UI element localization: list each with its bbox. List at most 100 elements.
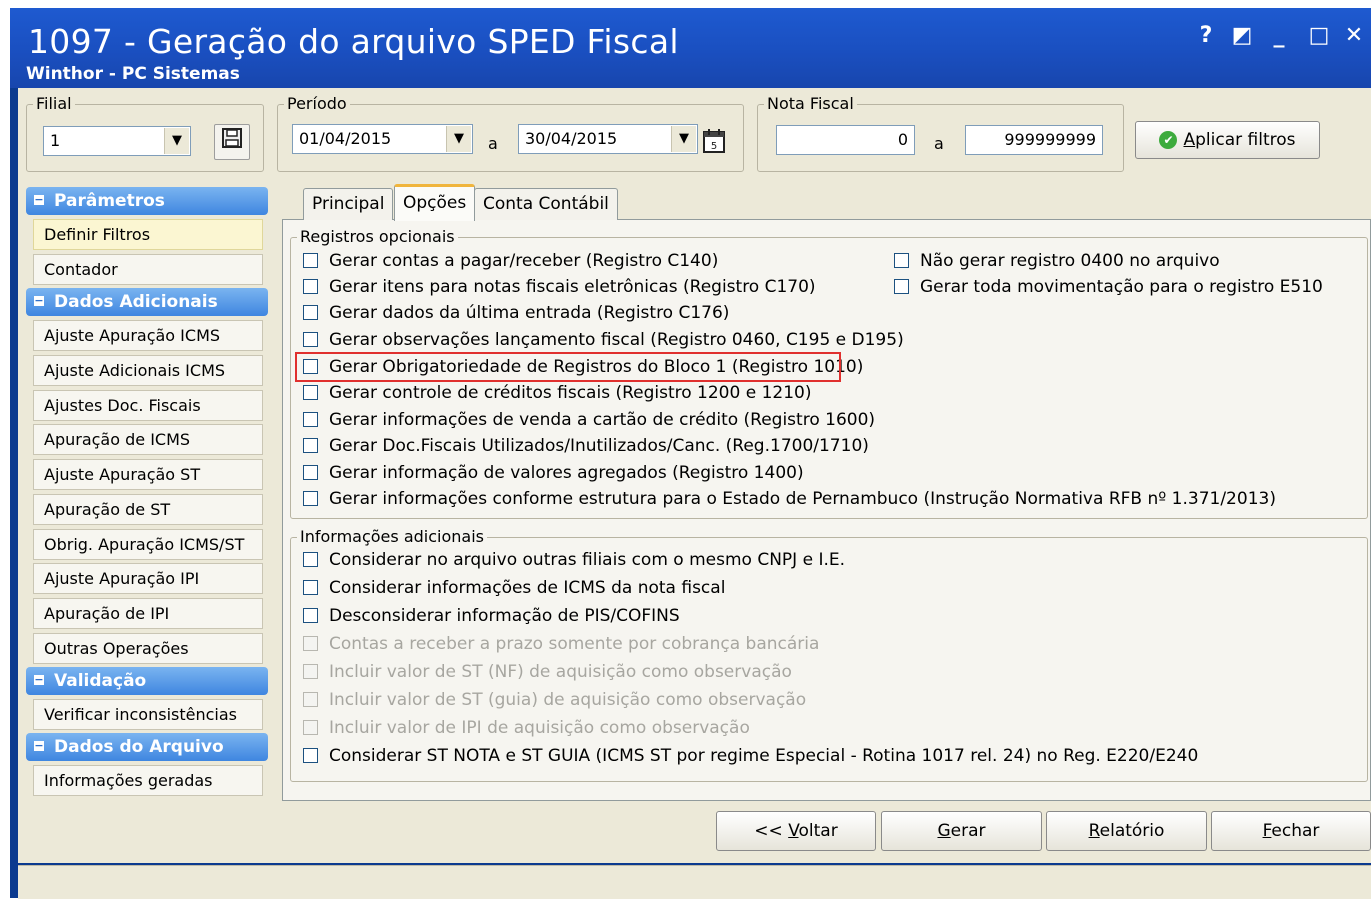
gerar-label: erar	[950, 821, 986, 841]
nav-item-ajuste-apuracao-ipi[interactable]: Ajuste Apuração IPI	[33, 563, 263, 594]
nav-item-contador[interactable]: Contador	[33, 254, 263, 285]
nav-item-outras-operacoes[interactable]: Outras Operações	[33, 633, 263, 664]
checkbox-registro-0460[interactable]: Gerar observações lançamento fiscal (Reg…	[303, 329, 904, 353]
checkbox-box[interactable]	[303, 279, 318, 294]
nav-item-apuracao-ipi[interactable]: Apuração de IPI	[33, 598, 263, 629]
voltar-prefix: <<	[754, 821, 789, 841]
periodo-separator: a	[488, 134, 498, 153]
section-header-parametros[interactable]: − Parâmetros	[26, 187, 268, 215]
checkbox-label: Gerar controle de créditos fiscais (Regi…	[329, 383, 812, 403]
checkbox-box[interactable]	[303, 412, 318, 427]
fechar-button[interactable]: Fechar	[1211, 811, 1371, 851]
nota-fiscal-from-field[interactable]: 0	[776, 125, 915, 155]
checkbox-registro-1200[interactable]: Gerar controle de créditos fiscais (Regi…	[303, 382, 811, 406]
filial-value: 1	[50, 131, 61, 150]
relatorio-button[interactable]: Relatório	[1046, 811, 1207, 851]
tab-conta-contabil[interactable]: Conta Contábil	[474, 188, 618, 220]
chevron-down-icon[interactable]: ▼	[164, 128, 189, 154]
maximize-icon[interactable]: □	[1305, 22, 1333, 50]
checkbox-nao-gerar-0400[interactable]: Não gerar registro 0400 no arquivo	[894, 250, 1220, 274]
calendar-icon[interactable]: 5	[701, 127, 729, 155]
checkbox-icms-nota[interactable]: Considerar informações de ICMS da nota f…	[303, 577, 725, 601]
checkbox-movimentacao-e510[interactable]: Gerar toda movimentação para o registro …	[894, 276, 1323, 300]
checkbox-registro-c140[interactable]: Gerar contas a pagar/receber (Registro C…	[303, 250, 718, 274]
periodo-label: Período	[284, 94, 350, 113]
checkbox-label: Considerar informações de ICMS da nota f…	[329, 578, 726, 598]
filial-select[interactable]: 1 ▼	[43, 126, 191, 156]
checkbox-box[interactable]	[303, 748, 318, 763]
nav-item-ajustes-doc-fiscais[interactable]: Ajustes Doc. Fiscais	[33, 390, 263, 421]
checkbox-label: Gerar dados da última entrada (Registro …	[329, 303, 730, 323]
nav-item-apuracao-icms[interactable]: Apuração de ICMS	[33, 424, 263, 455]
section-header-dados-arquivo[interactable]: − Dados do Arquivo	[26, 733, 268, 761]
checkbox-label: Considerar no arquivo outras filiais com…	[329, 550, 846, 570]
apply-filters-button[interactable]: ✔ Aplicar filtros	[1135, 121, 1320, 159]
section-header-validacao[interactable]: − Validação	[26, 667, 268, 695]
nav-item-apuracao-st[interactable]: Apuração de ST	[33, 494, 263, 525]
checkbox-label: Gerar itens para notas fiscais eletrônic…	[329, 277, 816, 297]
checkbox-box[interactable]	[303, 332, 318, 347]
collapse-icon[interactable]: −	[34, 194, 44, 205]
nav-item-definir-filtros[interactable]: Definir Filtros	[33, 219, 263, 250]
collapse-icon[interactable]: −	[34, 295, 44, 306]
chevron-down-icon[interactable]: ▼	[446, 126, 471, 152]
checkbox-box[interactable]	[303, 438, 318, 453]
checkbox-box	[303, 664, 318, 679]
checkbox-box[interactable]	[303, 305, 318, 320]
chevron-down-icon[interactable]: ▼	[671, 126, 696, 152]
restore-panel-icon[interactable]: ◩	[1228, 22, 1256, 50]
minimize-icon[interactable]: _	[1265, 22, 1293, 50]
checkbox-box[interactable]	[303, 580, 318, 595]
title-bar[interactable]: 1097 - Geração do arquivo SPED Fiscal Wi…	[10, 8, 1371, 88]
checkbox-registro-c170[interactable]: Gerar itens para notas fiscais eletrônic…	[303, 276, 816, 300]
relatorio-accel: R	[1088, 821, 1100, 841]
checkbox-st-nota-st-guia[interactable]: Considerar ST NOTA e ST GUIA (ICMS ST po…	[303, 745, 1198, 769]
gerar-button[interactable]: Gerar	[881, 811, 1042, 851]
nav-item-informacoes-geradas[interactable]: Informações geradas	[33, 765, 263, 796]
checkbox-registro-1600[interactable]: Gerar informações de venda a cartão de c…	[303, 409, 875, 433]
voltar-label: oltar	[798, 821, 838, 841]
checkbox-registro-1400[interactable]: Gerar informação de valores agregados (R…	[303, 462, 804, 486]
close-icon[interactable]: ✕	[1340, 22, 1368, 50]
collapse-icon[interactable]: −	[34, 740, 44, 751]
checkbox-box[interactable]	[303, 552, 318, 567]
checkbox-box[interactable]	[303, 608, 318, 623]
save-icon[interactable]	[214, 124, 250, 160]
checkbox-pernambuco[interactable]: Gerar informações conforme estrutura par…	[303, 488, 1276, 512]
checkbox-cobranca-bancaria: Contas a receber a prazo somente por cob…	[303, 633, 819, 657]
tab-principal[interactable]: Principal	[303, 188, 394, 220]
status-bar	[18, 865, 1371, 899]
nav-item-ajuste-adicionais-icms[interactable]: Ajuste Adicionais ICMS	[33, 355, 263, 386]
nota-fiscal-to-field[interactable]: 999999999	[965, 125, 1103, 155]
help-icon[interactable]: ?	[1192, 22, 1220, 50]
checkbox-registro-1700[interactable]: Gerar Doc.Fiscais Utilizados/Inutilizado…	[303, 435, 869, 459]
nav-item-ajuste-apuracao-icms[interactable]: Ajuste Apuração ICMS	[33, 320, 263, 351]
periodo-from-field[interactable]: 01/04/2015 ▼	[292, 124, 473, 154]
checkbox-label: Contas a receber a prazo somente por cob…	[329, 634, 820, 654]
checkbox-box[interactable]	[303, 253, 318, 268]
checkbox-box[interactable]	[303, 491, 318, 506]
checkbox-box[interactable]	[894, 279, 909, 294]
section-title: Dados do Arquivo	[54, 737, 224, 757]
checkbox-box	[303, 692, 318, 707]
apply-filters-label: plicar filtros	[1195, 130, 1296, 150]
tab-opcoes[interactable]: Opções	[394, 184, 476, 221]
periodo-to-field[interactable]: 30/04/2015 ▼	[518, 124, 698, 154]
checkbox-st-guia: Incluir valor de ST (guia) de aquisição …	[303, 689, 806, 713]
fechar-label: echar	[1271, 821, 1320, 841]
nav-item-ajuste-apuracao-st[interactable]: Ajuste Apuração ST	[33, 459, 263, 490]
checkbox-box[interactable]	[303, 385, 318, 400]
collapse-icon[interactable]: −	[34, 674, 44, 685]
section-header-dados-adicionais[interactable]: − Dados Adicionais	[26, 288, 268, 316]
nav-item-verificar-inconsistencias[interactable]: Verificar inconsistências	[33, 699, 263, 730]
highlight-box	[295, 352, 841, 382]
checkbox-box[interactable]	[303, 465, 318, 480]
nav-item-obrig-apuracao-icms-st[interactable]: Obrig. Apuração ICMS/ST	[33, 529, 263, 560]
checkbox-outras-filiais[interactable]: Considerar no arquivo outras filiais com…	[303, 549, 845, 573]
checkbox-pis-cofins[interactable]: Desconsiderar informação de PIS/COFINS	[303, 605, 680, 629]
checkbox-label: Considerar ST NOTA e ST GUIA (ICMS ST po…	[329, 746, 1199, 766]
checkbox-box[interactable]	[894, 253, 909, 268]
checkbox-registro-c176[interactable]: Gerar dados da última entrada (Registro …	[303, 302, 729, 326]
voltar-button[interactable]: << Voltar	[716, 811, 876, 851]
checkbox-box	[303, 636, 318, 651]
